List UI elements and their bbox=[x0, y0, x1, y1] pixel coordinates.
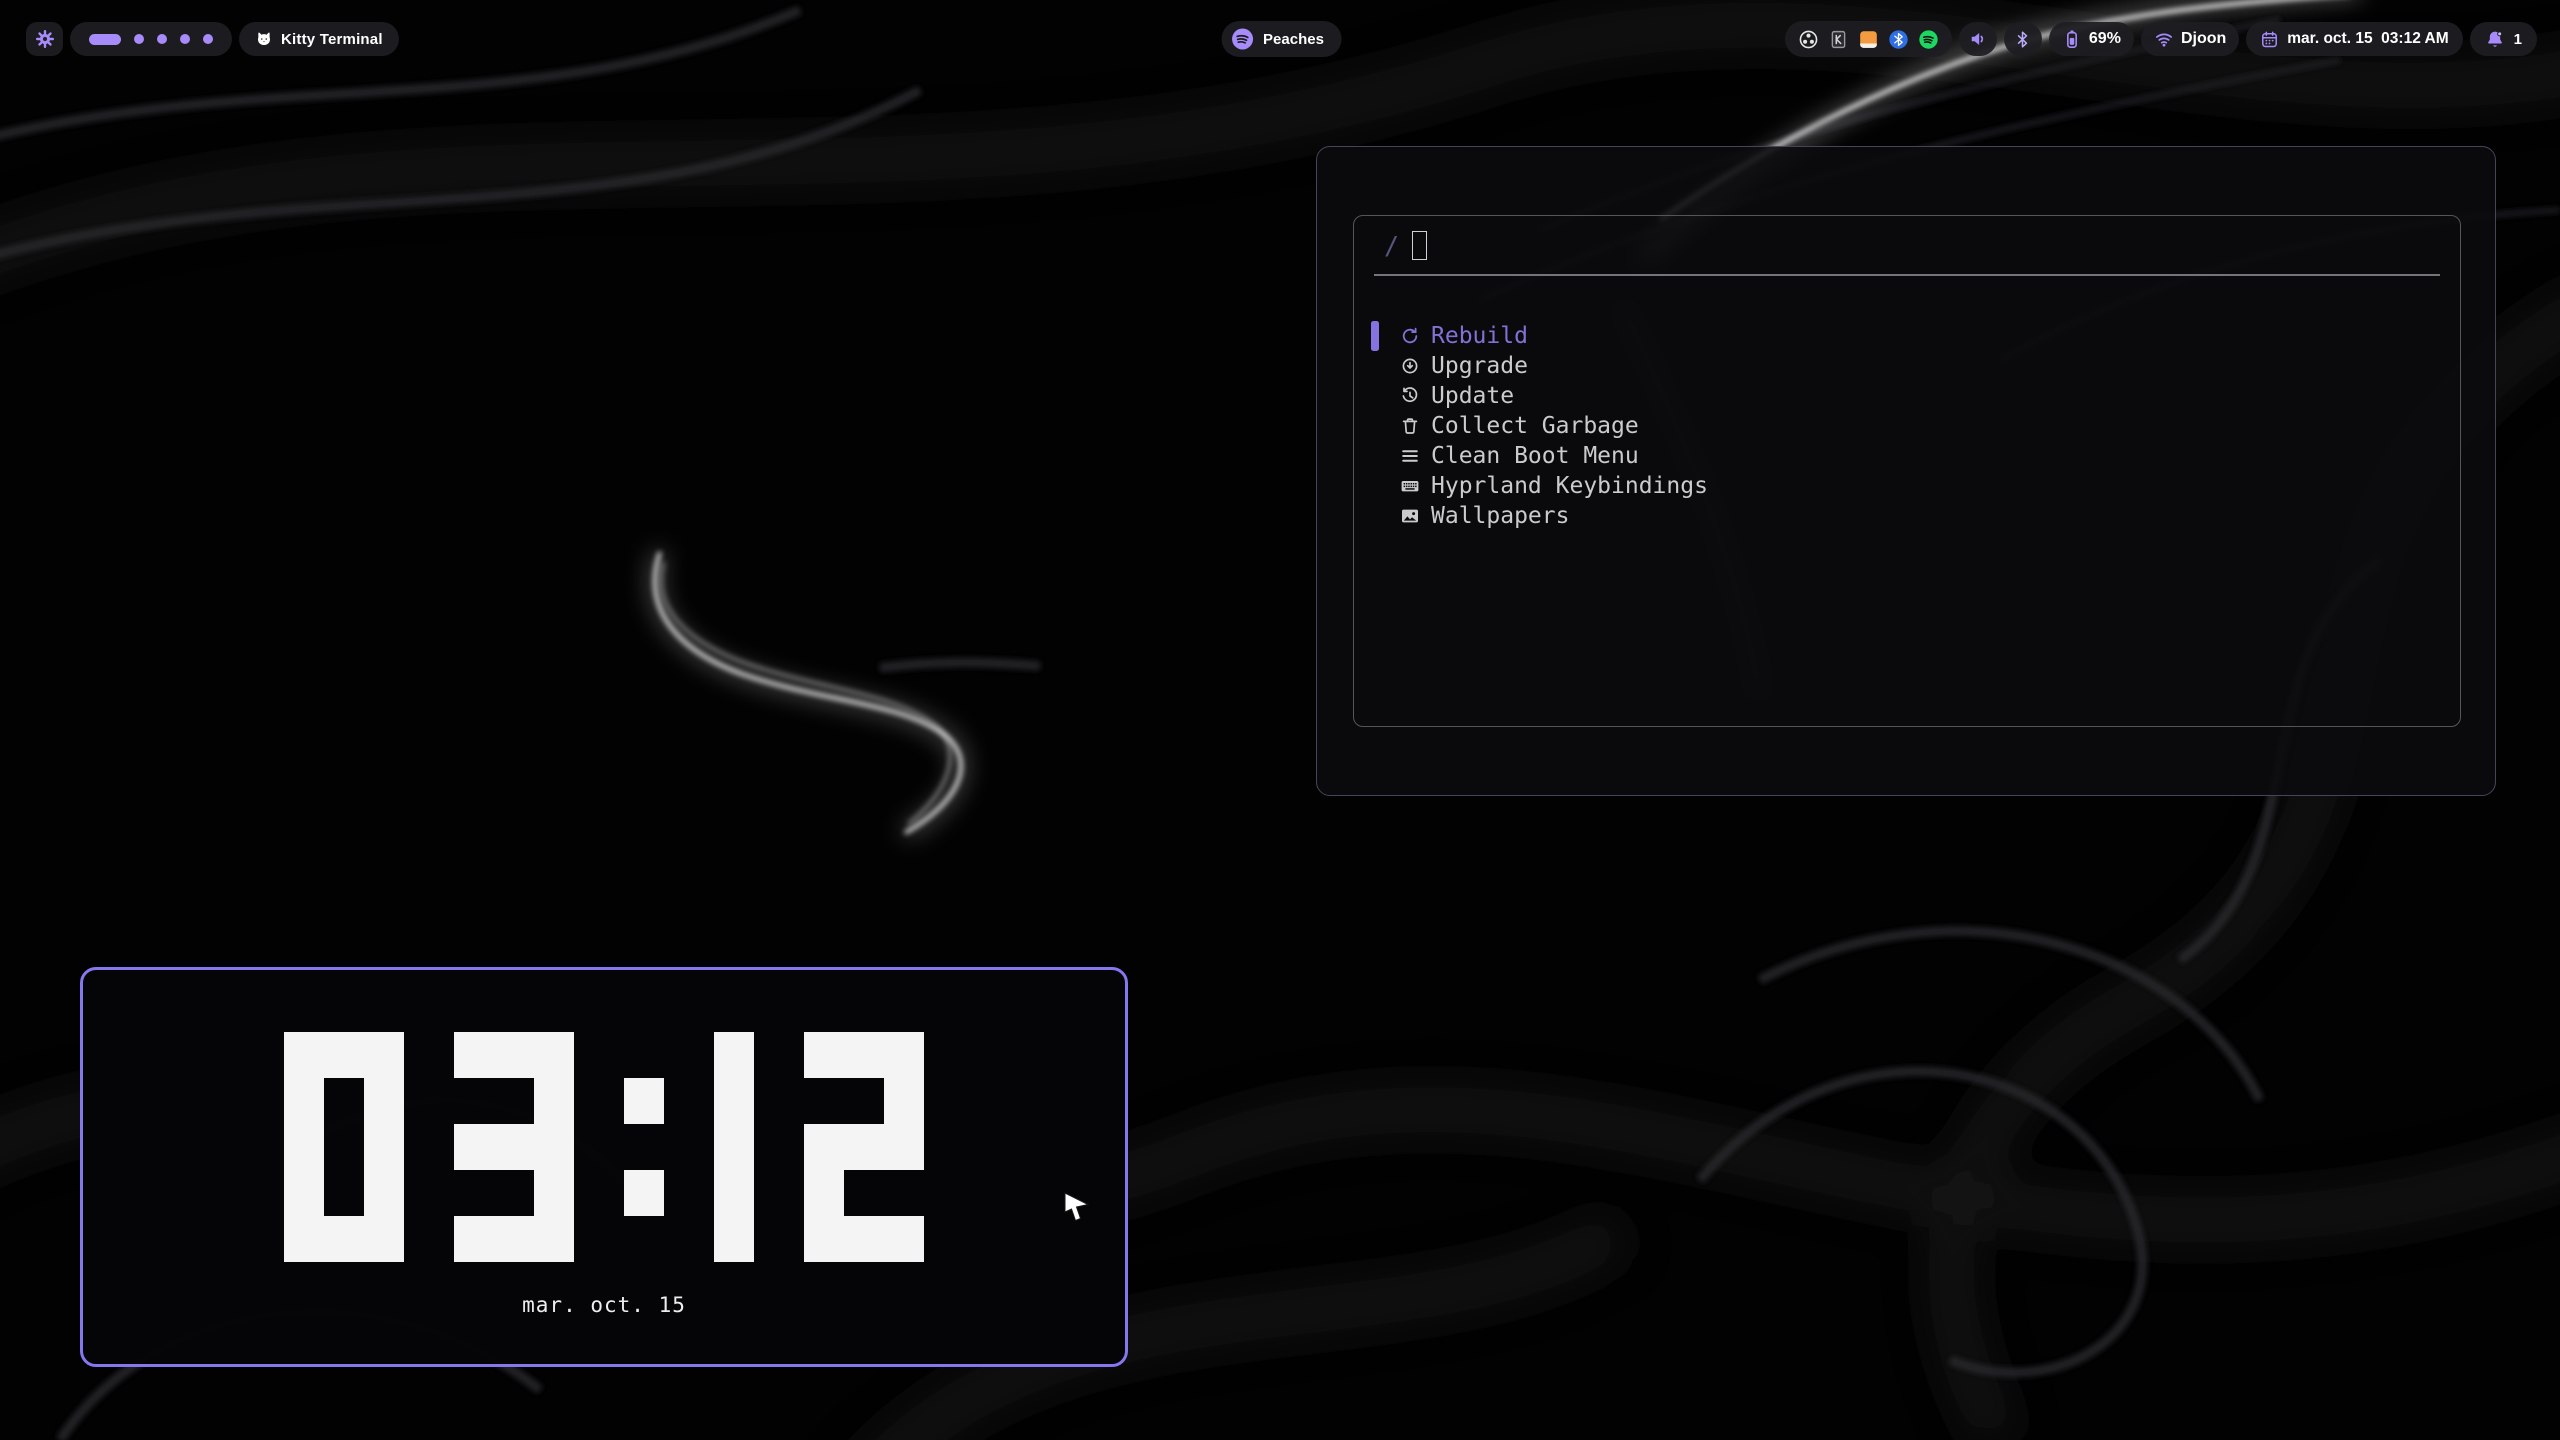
network-name: Djoon bbox=[2181, 30, 2226, 48]
menu-item-label: Collect Garbage bbox=[1431, 413, 1639, 439]
history-icon bbox=[1400, 386, 1420, 406]
now-playing-pill[interactable]: Peaches bbox=[1221, 21, 1342, 57]
bluetooth-tray-icon[interactable] bbox=[1888, 29, 1909, 50]
mouse-cursor bbox=[1062, 1190, 1092, 1224]
menu-item-clean-boot-menu[interactable]: Clean Boot Menu bbox=[1371, 441, 2460, 471]
trash-icon bbox=[1400, 416, 1420, 436]
clock-widget: mar. oct. 15 bbox=[80, 967, 1128, 1367]
workspace-indicator[interactable] bbox=[70, 22, 232, 56]
battery-indicator[interactable]: 69% bbox=[2049, 22, 2134, 56]
obs-icon[interactable] bbox=[1798, 29, 1819, 50]
selection-bar bbox=[1371, 321, 1379, 351]
launcher-menu-frame: / Rebuild Upgrade Update Collect Garbage… bbox=[1353, 215, 2461, 727]
bluetooth-icon bbox=[2013, 30, 2032, 49]
bell-icon bbox=[2485, 29, 2505, 49]
battery-percentage: 69% bbox=[2089, 30, 2121, 48]
datetime-text: mar. oct. 15 03:12 AM bbox=[2287, 30, 2448, 48]
separator bbox=[1374, 274, 2440, 276]
menu-item-label: Hyprland Keybindings bbox=[1431, 473, 1708, 499]
workspace-dot[interactable] bbox=[157, 34, 167, 44]
notification-count: 1 bbox=[2514, 31, 2522, 48]
bluetooth-button[interactable] bbox=[2004, 22, 2042, 56]
menu-list: Rebuild Upgrade Update Collect Garbage C… bbox=[1354, 321, 2460, 531]
speaker-icon bbox=[1968, 29, 1988, 49]
refresh-icon bbox=[1400, 326, 1420, 346]
calendar-icon bbox=[2260, 30, 2279, 49]
status-bar-center: Peaches bbox=[1221, 21, 1342, 57]
clock-digit-2 bbox=[804, 1032, 924, 1262]
desktop: Kitty Terminal Peaches bbox=[0, 0, 2560, 1440]
keepassxc-icon[interactable] bbox=[1828, 29, 1849, 50]
clock-digit-3 bbox=[454, 1032, 574, 1262]
workspace-dot[interactable] bbox=[203, 34, 213, 44]
image-icon bbox=[1400, 506, 1420, 526]
clock-date: mar. oct. 15 bbox=[522, 1293, 686, 1317]
keyboard-icon bbox=[1400, 476, 1420, 496]
list-icon bbox=[1400, 446, 1420, 466]
battery-icon bbox=[2062, 29, 2082, 49]
clock-time bbox=[284, 1032, 924, 1262]
volume-button[interactable] bbox=[1959, 22, 1997, 56]
orange-app-icon[interactable] bbox=[1858, 29, 1879, 50]
workspace-dot[interactable] bbox=[134, 34, 144, 44]
status-bar-left: Kitty Terminal bbox=[26, 22, 399, 56]
system-tray[interactable] bbox=[1785, 21, 1952, 57]
search-bar[interactable]: / bbox=[1354, 216, 2460, 274]
text-cursor-icon bbox=[1412, 231, 1427, 260]
spotify-icon bbox=[1230, 27, 1254, 51]
spotify-tray-icon[interactable] bbox=[1918, 29, 1939, 50]
menu-item-upgrade[interactable]: Upgrade bbox=[1371, 351, 2460, 381]
gear-icon bbox=[34, 28, 56, 50]
network-indicator[interactable]: Djoon bbox=[2141, 22, 2239, 56]
menu-item-rebuild[interactable]: Rebuild bbox=[1371, 321, 2460, 351]
menu-item-label: Rebuild bbox=[1431, 323, 1528, 349]
notification-indicator[interactable]: 1 bbox=[2470, 22, 2537, 56]
now-playing-title: Peaches bbox=[1263, 31, 1324, 48]
launcher-button[interactable] bbox=[26, 22, 63, 56]
menu-item-wallpapers[interactable]: Wallpapers bbox=[1371, 501, 2460, 531]
status-bar: Kitty Terminal Peaches bbox=[26, 21, 2537, 57]
app-launcher-menu: / Rebuild Upgrade Update Collect Garbage… bbox=[1316, 146, 2496, 796]
clock-digit-0 bbox=[284, 1032, 404, 1262]
wifi-icon bbox=[2154, 29, 2174, 49]
datetime-indicator[interactable]: mar. oct. 15 03:12 AM bbox=[2246, 22, 2462, 56]
clock-colon bbox=[624, 1032, 664, 1262]
menu-item-label: Wallpapers bbox=[1431, 503, 1569, 529]
active-window-title: Kitty Terminal bbox=[281, 31, 383, 48]
clock-digit-1 bbox=[714, 1032, 754, 1262]
menu-item-label: Upgrade bbox=[1431, 353, 1528, 379]
menu-item-label: Clean Boot Menu bbox=[1431, 443, 1639, 469]
menu-item-hyprland-keybindings[interactable]: Hyprland Keybindings bbox=[1371, 471, 2460, 501]
search-prompt: / bbox=[1384, 231, 1399, 260]
menu-item-collect-garbage[interactable]: Collect Garbage bbox=[1371, 411, 2460, 441]
menu-item-update[interactable]: Update bbox=[1371, 381, 2460, 411]
active-window-pill[interactable]: Kitty Terminal bbox=[239, 22, 399, 56]
menu-item-label: Update bbox=[1431, 383, 1514, 409]
workspace-dot[interactable] bbox=[180, 34, 190, 44]
download-circle-icon bbox=[1400, 356, 1420, 376]
workspace-active-pill[interactable] bbox=[89, 34, 121, 45]
status-bar-right: 69% Djoon mar. oct. 15 03:12 AM 1 bbox=[1785, 21, 2537, 57]
cat-icon bbox=[255, 30, 273, 48]
